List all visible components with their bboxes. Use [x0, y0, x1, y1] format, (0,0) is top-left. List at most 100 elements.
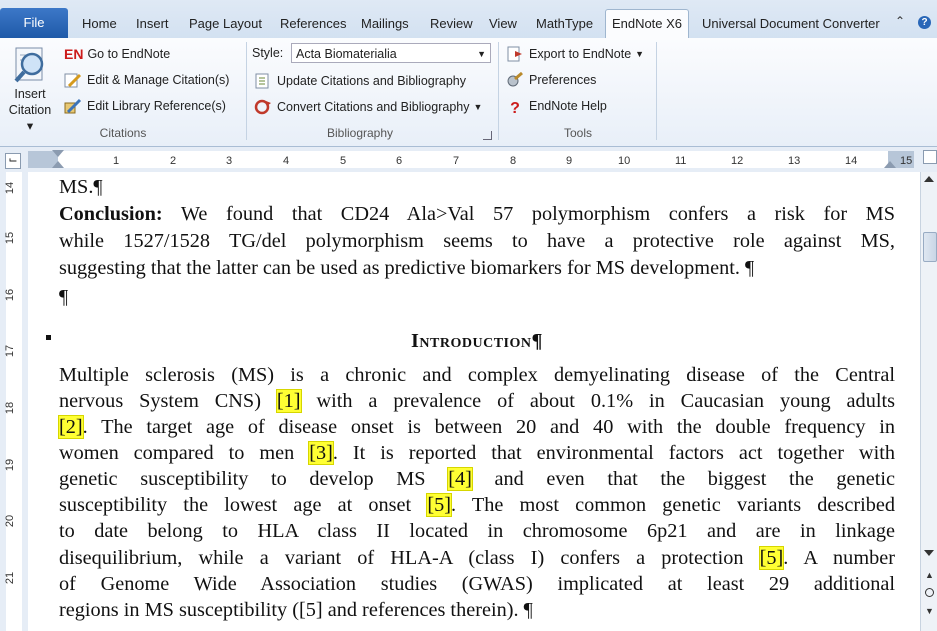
right-indent-marker-icon[interactable] [884, 161, 896, 168]
intro-text: . The most common genetic variants descr… [451, 494, 895, 516]
tab-insert[interactable]: Insert [130, 12, 175, 38]
ruler-tick: 4 [283, 155, 290, 167]
indent-marker-icon[interactable] [52, 161, 64, 168]
go-to-endnote-button[interactable]: EN Go to EndNote [64, 43, 170, 65]
citation-5[interactable]: [5] [426, 493, 453, 517]
ruler-tick: 6 [396, 155, 403, 167]
citation-3[interactable]: [3] [308, 441, 334, 465]
edit-manage-icon [64, 72, 82, 88]
ruler-tick: 10 [618, 155, 631, 167]
convert-icon [254, 99, 272, 115]
vruler-tick: 21 [4, 571, 17, 585]
intro-line-6: susceptibility the lowest age at onset [… [59, 492, 895, 519]
edit-library-label: Edit Library Reference(s) [87, 99, 226, 113]
endnote-help-label: EndNote Help [529, 99, 607, 113]
ruler-tick: 2 [170, 155, 177, 167]
tab-view[interactable]: View [483, 12, 523, 38]
intro-line-7: to date belong to HLA class II located i… [59, 520, 895, 542]
citation-6[interactable]: [5] [758, 546, 785, 570]
horizontal-ruler[interactable]: ⌙ 1 2 3 4 5 6 7 8 9 10 11 12 13 14 15 [0, 147, 937, 173]
conclusion-line-2: while 1527/1528 TG/del polymorphism seem… [59, 230, 895, 252]
bibliography-group-label: Bibliography [326, 126, 394, 140]
ruler-tick: 5 [340, 155, 347, 167]
intro-line-3: [2]. The target age of disease onset is … [58, 414, 895, 441]
style-value: Acta Biomaterialia [296, 47, 397, 61]
tab-references[interactable]: References [274, 12, 352, 38]
intro-text: and even that the biggest the genetic [494, 468, 895, 490]
empty-paragraph: ¶ [59, 286, 69, 308]
tab-home[interactable]: Home [76, 12, 123, 38]
convert-label: Convert Citations and Bibliography [277, 100, 470, 114]
preferences-button[interactable]: Preferences [506, 69, 596, 91]
edit-library-references-button[interactable]: Edit Library Reference(s) [64, 95, 226, 117]
ruler-tick: 14 [845, 155, 858, 167]
minimize-ribbon-icon[interactable]: ⌃ [895, 14, 905, 28]
update-citations-button[interactable]: Update Citations and Bibliography [254, 70, 466, 92]
insert-citation-label-1: Insert [14, 87, 46, 101]
citations-group-label: Citations [99, 126, 147, 140]
vruler-tick: 16 [4, 288, 17, 302]
browse-object-icon[interactable] [925, 588, 934, 597]
indent-marker-icon[interactable] [52, 150, 64, 157]
intro-line-2: nervous System CNS) [1] with a prevalenc… [59, 388, 895, 415]
ruler-tick: 13 [788, 155, 801, 167]
intro-line-4: women compared to men [3]. It is reporte… [59, 440, 895, 467]
export-label: Export to EndNote [529, 47, 632, 61]
update-label: Update Citations and Bibliography [277, 74, 467, 88]
dialog-launcher-icon[interactable] [483, 131, 492, 140]
preferences-icon [506, 71, 524, 88]
scroll-down-icon[interactable] [924, 550, 934, 556]
tab-universal-document-converter[interactable]: Universal Document Converter [696, 12, 886, 38]
vertical-ruler[interactable]: 14 15 16 17 18 19 20 21 [0, 172, 28, 631]
export-to-endnote-button[interactable]: Export to EndNote ▼ [506, 43, 644, 65]
scroll-up-icon[interactable] [924, 176, 934, 182]
tab-selector-icon[interactable]: ⌙ [5, 153, 21, 169]
intro-text: with a prevalence of about 0.1% in Cauca… [316, 390, 895, 412]
ruler-tick: 11 [675, 155, 687, 167]
update-icon [254, 73, 272, 89]
ruler-tick: 1 [113, 155, 120, 167]
ruler-strip [28, 151, 914, 168]
tab-file[interactable]: File [0, 8, 68, 38]
vruler-tick: 15 [4, 231, 17, 245]
tab-endnote[interactable]: EndNote X6 [605, 9, 689, 40]
edit-library-icon [64, 98, 82, 114]
group-divider [246, 42, 247, 140]
question-icon: ? [510, 100, 520, 117]
citation-4[interactable]: [4] [447, 467, 473, 491]
ruler-toggle-icon[interactable] [923, 150, 937, 164]
tab-mailings[interactable]: Mailings [355, 12, 415, 38]
insert-citation-button[interactable]: Insert Citation ▾ [4, 42, 56, 133]
previous-page-icon[interactable]: ▲ [925, 570, 934, 580]
tab-page-layout[interactable]: Page Layout [183, 12, 268, 38]
next-page-icon[interactable]: ▼ [925, 606, 934, 616]
intro-text: nervous System CNS) [59, 390, 261, 412]
citation-2[interactable]: [2] [58, 415, 84, 439]
conclusion-line-1: Conclusion: We found that CD24 Ala>Val 5… [59, 201, 895, 228]
intro-line-1: Multiple sclerosis (MS) is a chronic and… [59, 364, 895, 386]
ruler-tick: 7 [453, 155, 460, 167]
ruler-tick: 12 [731, 155, 744, 167]
conclusion-label: Conclusion: [59, 203, 163, 225]
citation-1[interactable]: [1] [275, 389, 302, 413]
endnote-help-button[interactable]: ? EndNote Help [506, 95, 607, 117]
conclusion-line-3: suggesting that the latter can be used a… [59, 257, 755, 279]
style-dropdown[interactable]: Acta Biomaterialia ▼ [291, 43, 491, 63]
vertical-scrollbar[interactable]: ▲ ▼ [920, 150, 937, 631]
tab-mathtype[interactable]: MathType [530, 12, 599, 38]
vruler-tick: 14 [4, 181, 17, 195]
vruler-tick: 20 [4, 514, 17, 528]
chevron-down-icon: ▼ [473, 102, 483, 112]
scrollbar-thumb[interactable] [923, 232, 937, 262]
ruler-tick: 9 [566, 155, 573, 167]
document-page[interactable]: MS.¶ Conclusion: We found that CD24 Ala>… [28, 172, 920, 631]
convert-citations-button[interactable]: Convert Citations and Bibliography ▼ [254, 96, 482, 118]
group-divider [656, 42, 657, 140]
intro-text: . It is reported that environmental fact… [332, 442, 895, 464]
help-icon[interactable]: ? [918, 14, 931, 29]
conclusion-text: We found that CD24 Ala>Val 57 polymorphi… [162, 203, 895, 225]
tab-review[interactable]: Review [424, 12, 479, 38]
edit-manage-citations-button[interactable]: Edit & Manage Citation(s) [64, 69, 229, 91]
ruler-tick: 8 [510, 155, 517, 167]
intro-line-5: genetic susceptibility to develop MS [4]… [59, 466, 895, 493]
